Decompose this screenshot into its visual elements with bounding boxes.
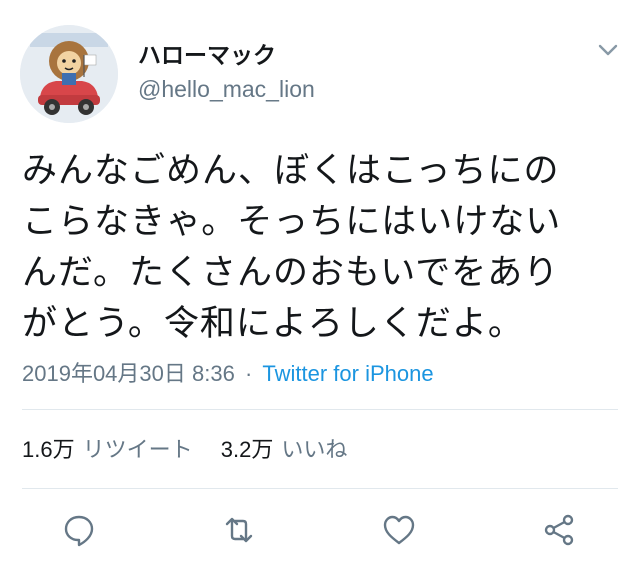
likes-label: いいね	[281, 437, 348, 462]
tweet-meta: 2019年04月30日 8:36 · Twitter for iPhone	[22, 356, 434, 388]
likes-stat[interactable]: 3.2万 いいね	[221, 432, 348, 464]
chevron-down-icon[interactable]	[594, 40, 622, 60]
divider	[22, 409, 618, 410]
retweets-count: 1.6万	[22, 437, 75, 462]
avatar[interactable]	[20, 25, 118, 123]
tweet-text-line: んだ。たくさんのおもいでをあり	[22, 253, 560, 293]
tweet-timestamp[interactable]: 2019年04月30日 8:36	[22, 361, 235, 386]
tweet-text: みんなごめん、ぼくはこっちにの こらなきゃ。そっちにはいけない んだ。たくさんの…	[22, 146, 622, 350]
divider	[22, 488, 618, 489]
tweet-text-line: こらなきゃ。そっちにはいけない	[22, 202, 562, 242]
tweet-source-link[interactable]: Twitter for iPhone	[262, 361, 433, 386]
display-name[interactable]: ハローマック	[138, 36, 276, 70]
tweet-detail: ハローマック @hello_mac_lion みんなごめん、ぼくはこっちにの こ…	[0, 0, 640, 571]
meta-separator: ·	[244, 361, 253, 386]
retweets-stat[interactable]: 1.6万 リツイート	[22, 432, 193, 464]
tweet-stats: 1.6万 リツイート 3.2万 いいね	[22, 432, 347, 464]
lion-mascot-icon	[20, 25, 118, 123]
reply-icon[interactable]	[61, 512, 97, 548]
tweet-text-line: みんなごめん、ぼくはこっちにの	[22, 151, 560, 191]
share-icon[interactable]	[541, 512, 577, 548]
likes-count: 3.2万	[220, 437, 274, 462]
user-handle[interactable]: @hello_mac_lion	[138, 76, 315, 103]
like-icon[interactable]	[381, 512, 417, 548]
retweets-label: リツイート	[82, 437, 193, 462]
retweet-icon[interactable]	[221, 512, 257, 548]
tweet-text-line: がとう。令和によろしくだよ。	[22, 304, 524, 344]
